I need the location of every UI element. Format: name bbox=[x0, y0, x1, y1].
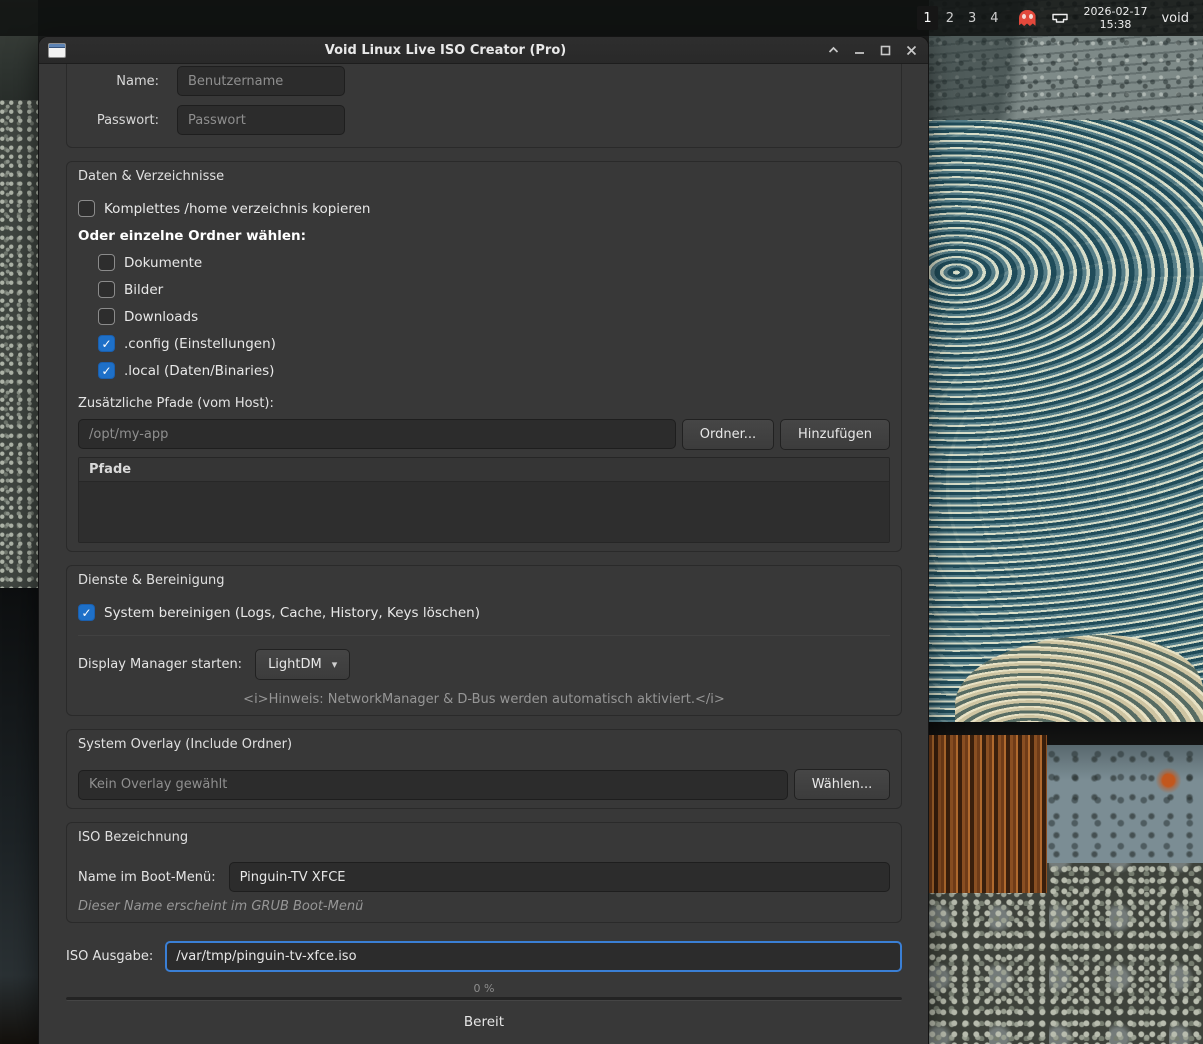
overlay-frame: System Overlay (Include Ordner) Wählen..… bbox=[66, 729, 902, 809]
password-row: Passwort: bbox=[67, 105, 890, 135]
display-manager-label: Display Manager starten: bbox=[78, 657, 242, 672]
display-manager-row: Display Manager starten: LightDM ▾ bbox=[78, 649, 890, 680]
clock-date: 2026-02-17 bbox=[1084, 5, 1148, 18]
data-directories-frame: Daten & Verzeichnisse ✓ Komplettes /home… bbox=[66, 161, 902, 552]
extra-paths-label: Zusätzliche Pfade (vom Host): bbox=[78, 396, 890, 411]
add-path-button[interactable]: Hinzufügen bbox=[780, 419, 890, 450]
local-label: .local (Daten/Binaries) bbox=[124, 363, 274, 379]
bilder-label: Bilder bbox=[124, 282, 163, 298]
close-button[interactable] bbox=[903, 42, 919, 58]
menu-void[interactable]: void bbox=[1161, 11, 1189, 26]
display-manager-dropdown[interactable]: LightDM ▾ bbox=[255, 649, 350, 680]
iso-output-input[interactable] bbox=[165, 941, 902, 972]
clean-system-checkbox[interactable]: ✓ bbox=[78, 604, 95, 621]
folder-browse-button[interactable]: Ordner... bbox=[682, 419, 774, 450]
dokumente-label: Dokumente bbox=[124, 255, 202, 271]
checkmark-icon: ✓ bbox=[101, 338, 111, 350]
workspace-2[interactable]: 2 bbox=[940, 6, 960, 30]
choose-folders-label: Oder einzelne Ordner wählen: bbox=[78, 228, 890, 244]
chevron-down-icon: ▾ bbox=[332, 658, 338, 671]
username-input[interactable] bbox=[177, 66, 345, 96]
overlay-title: System Overlay (Include Ordner) bbox=[78, 737, 890, 752]
wallpaper-rust-wall-texture bbox=[1046, 745, 1203, 863]
wallpaper-left-pebbles bbox=[0, 100, 38, 590]
wallpaper-bark-texture bbox=[929, 735, 1047, 893]
overlay-row: Wählen... bbox=[78, 769, 890, 800]
copy-home-label: Komplettes /home verzeichnis kopieren bbox=[104, 201, 370, 217]
clean-system-checkbox-row[interactable]: ✓ System bereinigen (Logs, Cache, Histor… bbox=[78, 604, 890, 621]
config-label: .config (Einstellungen) bbox=[124, 336, 276, 352]
dokumente-checkbox[interactable]: ✓ bbox=[98, 254, 115, 271]
services-hint: <i>Hinweis: NetworkManager & D-Bus werde… bbox=[78, 692, 890, 707]
workspace-1[interactable]: 1 bbox=[917, 6, 937, 30]
overlay-path-input[interactable] bbox=[78, 770, 788, 800]
display-manager-value: LightDM bbox=[268, 657, 322, 672]
titlebar[interactable]: Void Linux Live ISO Creator (Pro) bbox=[39, 37, 928, 64]
workspace-3[interactable]: 3 bbox=[962, 6, 982, 30]
data-directories-title: Daten & Verzeichnisse bbox=[78, 169, 890, 184]
paths-list-header: Pfade bbox=[79, 458, 889, 482]
clock[interactable]: 2026-02-17 15:38 bbox=[1084, 5, 1148, 31]
window-content: Name: Passwort: Daten & Verzeichnisse ✓ … bbox=[39, 51, 928, 1044]
boot-name-input[interactable] bbox=[229, 862, 890, 892]
iso-label-title: ISO Bezeichnung bbox=[78, 830, 890, 845]
maximize-button[interactable] bbox=[877, 42, 893, 58]
extra-path-input[interactable] bbox=[78, 419, 676, 449]
boot-name-label: Name im Boot-Menü: bbox=[78, 870, 216, 885]
bilder-checkbox[interactable]: ✓ bbox=[98, 281, 115, 298]
window-icon bbox=[48, 43, 66, 58]
services-frame: Dienste & Bereinigung ✓ System bereinige… bbox=[66, 565, 902, 716]
copy-home-checkbox[interactable]: ✓ bbox=[78, 200, 95, 217]
window-title: Void Linux Live ISO Creator (Pro) bbox=[66, 43, 825, 58]
workspace-pager: 1 2 3 4 bbox=[917, 6, 1004, 30]
clean-system-label: System bereinigen (Logs, Cache, History,… bbox=[104, 605, 480, 621]
extra-path-row: Ordner... Hinzufügen bbox=[78, 419, 890, 450]
folder-checkbox-row[interactable]: ✓ Bilder bbox=[98, 281, 890, 298]
folder-checkbox-row[interactable]: ✓ .config (Einstellungen) bbox=[98, 335, 890, 352]
password-input[interactable] bbox=[177, 105, 345, 135]
wallpaper-left-dark bbox=[0, 588, 38, 1044]
network-icon[interactable] bbox=[1050, 10, 1070, 26]
folder-checkbox-row[interactable]: ✓ Dokumente bbox=[98, 254, 890, 271]
overlay-choose-button[interactable]: Wählen... bbox=[794, 769, 890, 800]
status-text: Bereit bbox=[66, 1014, 902, 1030]
iso-label-frame: ISO Bezeichnung Name im Boot-Menü: Diese… bbox=[66, 822, 902, 923]
separator bbox=[78, 635, 890, 636]
iso-output-row: ISO Ausgabe: bbox=[66, 941, 902, 972]
app-window: Void Linux Live ISO Creator (Pro) Name: bbox=[38, 36, 929, 1044]
grub-hint: Dieser Name erscheint im GRUB Boot-Menü bbox=[78, 899, 890, 914]
iso-output-label: ISO Ausgabe: bbox=[66, 949, 153, 964]
checkmark-icon: ✓ bbox=[101, 365, 111, 377]
copy-home-checkbox-row[interactable]: ✓ Komplettes /home verzeichnis kopieren bbox=[78, 200, 890, 217]
ghost-tray-icon[interactable] bbox=[1019, 10, 1036, 26]
local-checkbox[interactable]: ✓ bbox=[98, 362, 115, 379]
downloads-checkbox[interactable]: ✓ bbox=[98, 308, 115, 325]
checkmark-icon: ✓ bbox=[81, 607, 91, 619]
workspace-4[interactable]: 4 bbox=[984, 6, 1004, 30]
folder-checkbox-row[interactable]: ✓ Downloads bbox=[98, 308, 890, 325]
minimize-button[interactable] bbox=[851, 42, 867, 58]
paths-list-body[interactable] bbox=[79, 482, 889, 542]
password-label: Passwort: bbox=[67, 113, 177, 128]
boot-name-row: Name im Boot-Menü: bbox=[78, 862, 890, 892]
clock-time: 15:38 bbox=[1084, 18, 1148, 31]
downloads-label: Downloads bbox=[124, 309, 198, 325]
taskbar: 1 2 3 4 2026-02-17 15:38 void bbox=[0, 0, 1203, 36]
shade-button[interactable] bbox=[825, 42, 841, 58]
account-frame: Name: Passwort: bbox=[66, 51, 902, 148]
services-title: Dienste & Bereinigung bbox=[78, 573, 890, 588]
username-row: Name: bbox=[67, 66, 890, 96]
progress-percent: 0 % bbox=[66, 982, 902, 995]
folder-checkbox-row[interactable]: ✓ .local (Daten/Binaries) bbox=[98, 362, 890, 379]
paths-list: Pfade bbox=[78, 457, 890, 543]
progress-bar bbox=[66, 997, 902, 1001]
username-label: Name: bbox=[67, 74, 177, 89]
config-checkbox[interactable]: ✓ bbox=[98, 335, 115, 352]
